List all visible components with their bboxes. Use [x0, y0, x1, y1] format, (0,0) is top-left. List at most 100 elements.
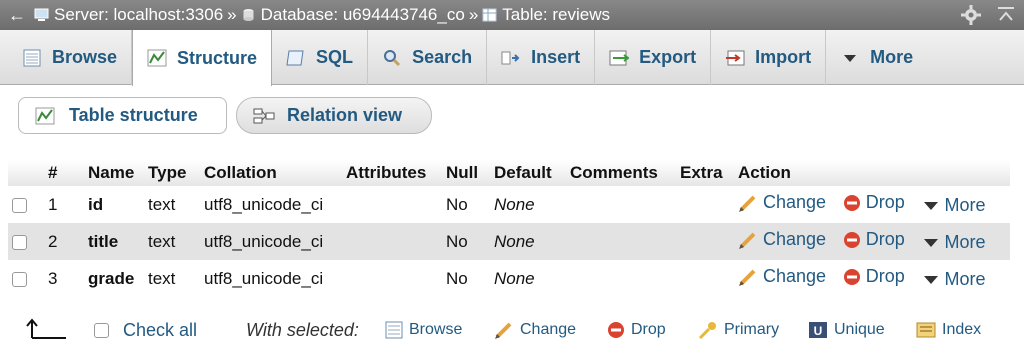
tab-insert[interactable]: Insert: [487, 30, 596, 85]
insert-icon: [501, 51, 520, 64]
bulk-unique-button[interactable]: U Unique: [808, 321, 885, 339]
bulk-primary-label[interactable]: Primary: [724, 321, 779, 339]
column-collation: utf8_unicode_ci: [200, 223, 342, 260]
more-action-label[interactable]: More: [945, 269, 986, 290]
row-checkbox[interactable]: [12, 234, 27, 250]
drop-action[interactable]: Drop: [843, 192, 905, 213]
breadcrumb-table-label[interactable]: Table: reviews: [502, 5, 610, 25]
tab-sql-label[interactable]: SQL: [316, 47, 353, 68]
column-attributes: [342, 260, 442, 297]
header-default[interactable]: Default: [490, 160, 566, 186]
header-type[interactable]: Type: [144, 160, 200, 186]
row-checkbox[interactable]: [12, 197, 27, 213]
header-extra[interactable]: Extra: [676, 160, 734, 186]
change-action-label[interactable]: Change: [763, 229, 826, 250]
change-action[interactable]: Change: [738, 266, 826, 287]
structure-icon: [147, 49, 167, 67]
bulk-primary-button[interactable]: Primary: [698, 321, 779, 339]
row-checkbox-cell: [8, 223, 44, 260]
drop-icon: [608, 322, 624, 338]
chevron-down-icon: [923, 238, 938, 247]
tab-insert-label[interactable]: Insert: [531, 47, 580, 68]
browse-icon: [23, 49, 41, 66]
key-icon: [698, 322, 716, 339]
bulk-actions-bar: Check all With selected: Browse Change D…: [0, 312, 1024, 348]
check-all[interactable]: Check all: [94, 320, 197, 341]
column-comments: [566, 260, 676, 297]
check-all-checkbox[interactable]: [94, 322, 109, 338]
more-action[interactable]: More: [922, 232, 986, 253]
tab-export[interactable]: Export: [595, 30, 712, 85]
breadcrumb-table[interactable]: Table: reviews: [482, 5, 610, 25]
breadcrumb-database[interactable]: Database: u694443746_co: [241, 5, 465, 25]
row-checkbox[interactable]: [12, 271, 27, 287]
tab-sql[interactable]: SQL: [272, 30, 369, 85]
check-all-label[interactable]: Check all: [123, 320, 197, 341]
column-comments: [566, 223, 676, 260]
tab-search-label[interactable]: Search: [412, 47, 472, 68]
bulk-drop-label[interactable]: Drop: [631, 321, 666, 339]
tab-structure-label[interactable]: Structure: [177, 48, 257, 69]
header-null[interactable]: Null: [442, 160, 490, 186]
chevron-down-icon: [844, 54, 857, 62]
bulk-unique-label[interactable]: Unique: [834, 321, 885, 339]
tab-import[interactable]: Import: [711, 30, 827, 85]
table-row: 2 title text utf8_unicode_ci No None Cha…: [8, 223, 1010, 260]
gear-icon[interactable]: [960, 4, 982, 26]
bulk-index-label[interactable]: Index: [942, 321, 981, 339]
column-null: No: [442, 186, 490, 223]
header-collation[interactable]: Collation: [200, 160, 342, 186]
more-action[interactable]: More: [922, 269, 986, 290]
column-default: None: [490, 186, 566, 223]
row-checkbox-cell: [8, 186, 44, 223]
drop-action-label[interactable]: Drop: [866, 266, 905, 287]
breadcrumb-server[interactable]: Server: localhost:3306: [34, 5, 223, 25]
column-type: text: [144, 260, 200, 297]
change-action[interactable]: Change: [738, 192, 826, 213]
bulk-browse-label[interactable]: Browse: [409, 321, 462, 339]
header-name[interactable]: Name: [84, 160, 144, 186]
breadcrumb-separator: »: [468, 5, 479, 24]
tab-browse-label[interactable]: Browse: [52, 47, 117, 68]
tab-import-label[interactable]: Import: [755, 47, 811, 68]
drop-icon: [843, 268, 860, 285]
change-action[interactable]: Change: [738, 229, 826, 250]
more-action[interactable]: More: [922, 195, 986, 216]
change-action-label[interactable]: Change: [763, 266, 826, 287]
row-actions: Change Drop More: [734, 260, 1010, 297]
column-collation: utf8_unicode_ci: [200, 260, 342, 297]
header-attributes[interactable]: Attributes: [342, 160, 442, 186]
bulk-change-button[interactable]: Change: [494, 321, 576, 339]
drop-action-label[interactable]: Drop: [866, 229, 905, 250]
subtab-relation-view-label[interactable]: Relation view: [287, 105, 402, 126]
breadcrumb-database-label[interactable]: Database: u694443746_co: [261, 5, 465, 25]
subtab-table-structure[interactable]: Table structure: [18, 97, 227, 134]
collapse-up-icon[interactable]: [996, 4, 1016, 26]
header-comments[interactable]: Comments: [566, 160, 676, 186]
back-arrow-icon[interactable]: ←: [0, 5, 34, 26]
tab-search[interactable]: Search: [368, 30, 488, 85]
tab-browse[interactable]: Browse: [0, 30, 133, 85]
more-action-label[interactable]: More: [945, 232, 986, 253]
bulk-index-button[interactable]: Index: [916, 321, 981, 339]
change-action-label[interactable]: Change: [763, 192, 826, 213]
bulk-browse-button[interactable]: Browse: [385, 321, 462, 339]
database-icon: [243, 9, 254, 21]
pencil-icon: [739, 232, 756, 249]
subtab-relation-view[interactable]: Relation view: [236, 97, 432, 134]
tab-more-label[interactable]: More: [870, 47, 913, 68]
more-action-label[interactable]: More: [945, 195, 986, 216]
column-null: No: [442, 223, 490, 260]
drop-action[interactable]: Drop: [843, 266, 905, 287]
drop-action-label[interactable]: Drop: [866, 192, 905, 213]
tab-export-label[interactable]: Export: [639, 47, 696, 68]
tab-more[interactable]: More: [826, 30, 927, 85]
row-num: 1: [44, 186, 84, 223]
bulk-drop-button[interactable]: Drop: [607, 321, 666, 339]
bulk-change-label[interactable]: Change: [520, 321, 576, 339]
breadcrumb-server-label[interactable]: Server: localhost:3306: [54, 5, 223, 25]
subtab-table-structure-label[interactable]: Table structure: [69, 105, 198, 126]
tab-structure[interactable]: Structure: [132, 30, 273, 86]
drop-action[interactable]: Drop: [843, 229, 905, 250]
breadcrumb-bar: ← Server: localhost:3306 » Database: u69…: [0, 0, 1024, 30]
